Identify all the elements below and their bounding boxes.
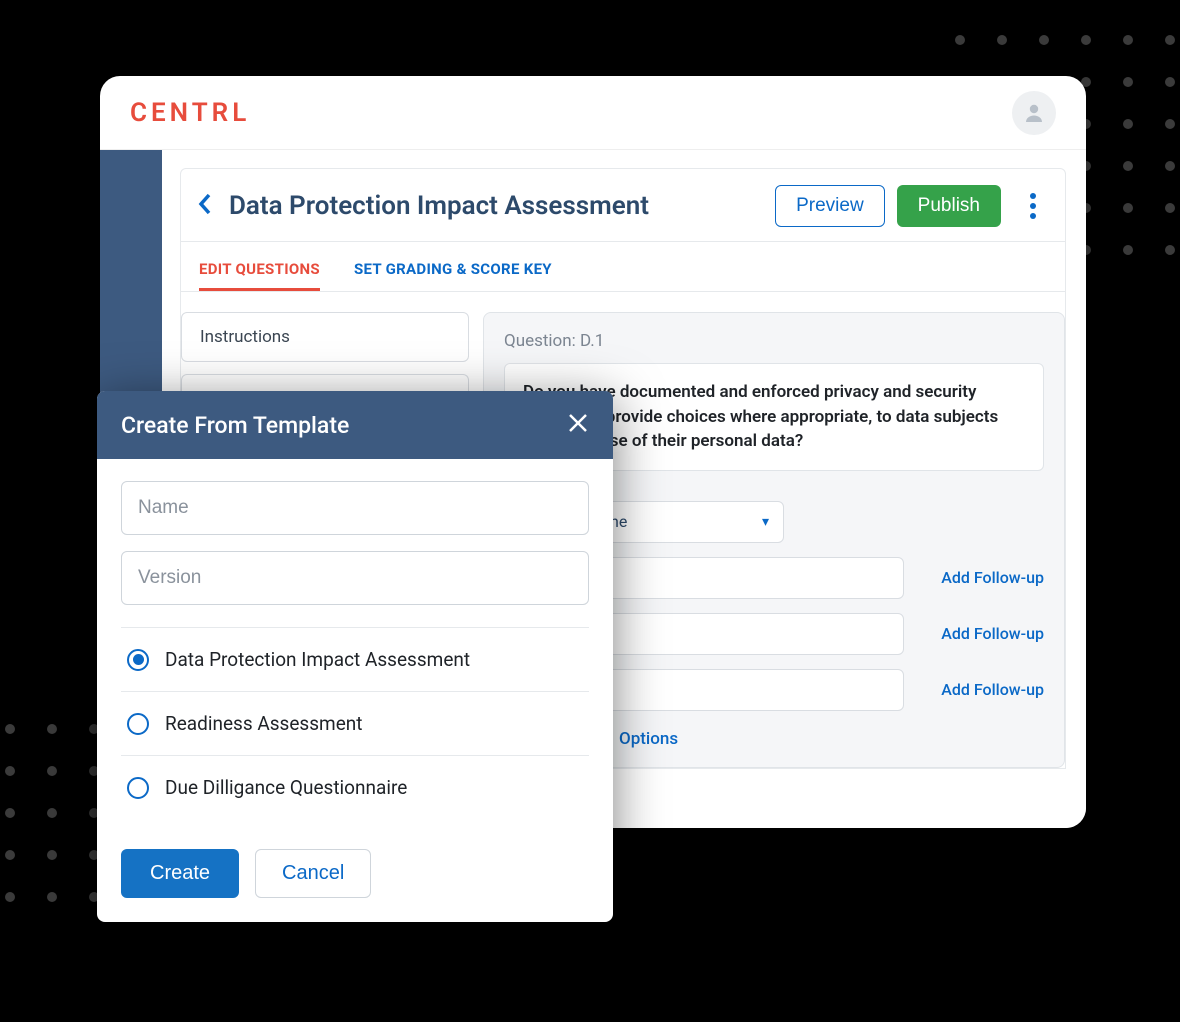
close-icon xyxy=(567,412,589,434)
publish-button[interactable]: Publish xyxy=(897,185,1001,227)
page-title: Data Protection Impact Assessment xyxy=(229,191,763,221)
modal-title: Create From Template xyxy=(121,412,349,439)
more-menu-button[interactable] xyxy=(1021,193,1045,219)
create-from-template-modal: Create From Template Data Protection Imp… xyxy=(97,391,613,922)
template-label: Data Protection Impact Assessment xyxy=(165,648,470,671)
preview-button[interactable]: Preview xyxy=(775,185,885,227)
add-followup-link[interactable]: Add Follow-up xyxy=(941,624,1044,643)
avatar[interactable] xyxy=(1012,91,1056,135)
app-topbar: CENTRL xyxy=(100,76,1086,150)
cancel-button[interactable]: Cancel xyxy=(255,849,371,898)
back-button[interactable] xyxy=(193,190,217,223)
close-button[interactable] xyxy=(567,411,589,439)
tab-grading[interactable]: SET GRADING & SCORE KEY xyxy=(354,260,552,291)
question-label: Question: D.1 xyxy=(504,331,1044,351)
template-option[interactable]: Due Dilligance Questionnaire xyxy=(121,756,589,819)
add-followup-link[interactable]: Add Follow-up xyxy=(941,680,1044,699)
template-label: Readiness Assessment xyxy=(165,712,363,735)
answer-option-row: Add Follow-up xyxy=(584,669,1044,711)
template-option[interactable]: Readiness Assessment xyxy=(121,692,589,756)
create-button[interactable]: Create xyxy=(121,849,239,898)
tab-edit-questions[interactable]: EDIT QUESTIONS xyxy=(199,260,320,291)
add-followup-link[interactable]: Add Follow-up xyxy=(941,568,1044,587)
radio-icon xyxy=(127,777,149,799)
chevron-down-icon: ▾ xyxy=(762,514,769,530)
question-options-link[interactable]: Options xyxy=(619,729,1044,749)
answer-option-row: Add Follow-up xyxy=(584,613,1044,655)
chevron-left-icon xyxy=(197,192,213,216)
template-label: Due Dilligance Questionnaire xyxy=(165,776,407,799)
template-option[interactable]: Data Protection Impact Assessment xyxy=(121,628,589,692)
answer-option-input[interactable] xyxy=(584,669,904,711)
tabs: EDIT QUESTIONS SET GRADING & SCORE KEY xyxy=(181,242,1065,291)
radio-icon xyxy=(127,649,149,671)
brand-logo: CENTRL xyxy=(130,98,250,128)
instructions-item[interactable]: Instructions xyxy=(181,312,469,362)
user-icon xyxy=(1022,101,1046,125)
version-input[interactable] xyxy=(121,551,589,605)
radio-icon xyxy=(127,713,149,735)
answer-option-row: Add Follow-up xyxy=(584,557,1044,599)
answer-option-input[interactable] xyxy=(584,613,904,655)
modal-header: Create From Template xyxy=(97,391,613,459)
answer-type-select[interactable]: One ▾ xyxy=(584,501,784,543)
name-input[interactable] xyxy=(121,481,589,535)
answer-option-input[interactable] xyxy=(584,557,904,599)
template-radio-list: Data Protection Impact Assessment Readin… xyxy=(121,627,589,819)
